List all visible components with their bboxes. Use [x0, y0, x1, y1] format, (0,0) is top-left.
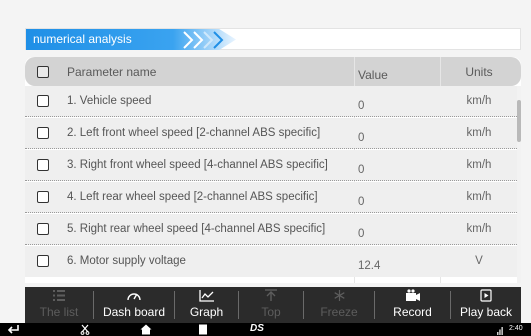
bottom-toolbar: The list Dash board Graph Top Freeze Rec…	[25, 287, 521, 323]
graph-icon	[198, 290, 214, 302]
signal-icon	[497, 327, 503, 335]
page-title: numerical analysis	[33, 32, 132, 46]
table-row[interactable]: 5. Right rear wheel speed [4-channel ABS…	[25, 214, 517, 245]
row-checkbox[interactable]	[37, 191, 49, 203]
parameter-name: 5. Right rear wheel speed [4-channel ABS…	[67, 223, 326, 235]
freeze-button[interactable]: Freeze	[304, 287, 374, 323]
top-button[interactable]: Top	[239, 287, 303, 323]
select-all-checkbox[interactable]	[37, 66, 49, 78]
recent-apps-icon[interactable]	[198, 324, 208, 335]
gauge-icon	[127, 293, 141, 301]
dash-board-label: Dash board	[102, 305, 166, 319]
parameter-unit: km/h	[466, 159, 492, 171]
clock: 2:40	[509, 325, 523, 332]
table-row[interactable]: 6. Motor supply voltage 12.4 V	[25, 246, 517, 277]
table-row[interactable]: 1. Vehicle speed 0 km/h	[25, 86, 517, 117]
scissors-icon[interactable]	[80, 324, 90, 335]
table-header: Parameter name Value Units	[25, 57, 521, 86]
parameter-value: 0	[358, 228, 365, 240]
table-row[interactable]: 4. Left rear wheel speed [2-channel ABS …	[25, 182, 517, 213]
header-units: Units	[465, 65, 493, 79]
system-nav-bar: DS 2:40	[0, 323, 531, 336]
parameter-value: 0	[358, 132, 365, 144]
parameter-name: 3. Right front wheel speed [4-channel AB…	[67, 159, 328, 171]
record-label: Record	[393, 305, 432, 319]
parameter-name: 4. Left rear wheel speed [2-channel ABS …	[67, 191, 318, 203]
camera-icon	[405, 289, 420, 301]
table-scrollbar[interactable]	[517, 86, 521, 283]
play-back-button[interactable]: Play back	[451, 287, 521, 323]
parameter-name: 2. Left front wheel speed [2-channel ABS…	[67, 127, 321, 139]
dash-board-button[interactable]: Dash board	[94, 287, 174, 323]
list-icon	[53, 290, 65, 301]
parameter-value: 0	[358, 196, 365, 208]
the-list-label: The list	[39, 305, 79, 319]
parameter-unit: km/h	[466, 95, 492, 107]
parameter-name: 1. Vehicle speed	[67, 95, 152, 107]
title-bar: numerical analysis	[25, 28, 521, 50]
playback-icon	[480, 289, 492, 302]
parameter-table: Parameter name Value Units 1. Vehicle sp…	[25, 57, 521, 283]
snowflake-icon	[333, 290, 345, 301]
row-checkbox[interactable]	[37, 223, 49, 235]
top-label: Top	[261, 305, 281, 319]
parameter-unit: km/h	[466, 127, 492, 139]
home-icon[interactable]	[140, 324, 152, 335]
graph-label: Graph	[189, 305, 224, 319]
header-value: Value	[358, 68, 388, 82]
row-checkbox[interactable]	[37, 255, 49, 267]
header-parameter-name: Parameter name	[67, 65, 157, 79]
back-icon[interactable]	[6, 324, 20, 335]
row-checkbox[interactable]	[37, 159, 49, 171]
chevrons-icon	[183, 31, 224, 49]
brand-logo: DS	[250, 323, 264, 334]
the-list-button[interactable]: The list	[25, 287, 93, 323]
parameter-value: 0	[358, 100, 365, 112]
parameter-value: 12.4	[358, 260, 381, 272]
arrow-top-icon	[265, 289, 277, 301]
parameter-name: 6. Motor supply voltage	[67, 255, 186, 267]
parameter-unit: V	[475, 255, 483, 267]
play-back-label: Play back	[459, 305, 513, 319]
freeze-label: Freeze	[320, 305, 358, 319]
graph-button[interactable]: Graph	[175, 287, 238, 323]
parameter-unit: km/h	[466, 191, 492, 203]
row-checkbox[interactable]	[37, 127, 49, 139]
record-button[interactable]: Record	[375, 287, 450, 323]
app-screen: numerical analysis Parameter name Value …	[0, 0, 531, 336]
row-checkbox[interactable]	[37, 95, 49, 107]
parameter-value: 0	[358, 164, 365, 176]
table-row[interactable]: 2. Left front wheel speed [2-channel ABS…	[25, 118, 517, 149]
parameter-unit: km/h	[466, 223, 492, 235]
scrollbar-thumb[interactable]	[517, 100, 521, 142]
table-row[interactable]: 3. Right front wheel speed [4-channel AB…	[25, 150, 517, 181]
